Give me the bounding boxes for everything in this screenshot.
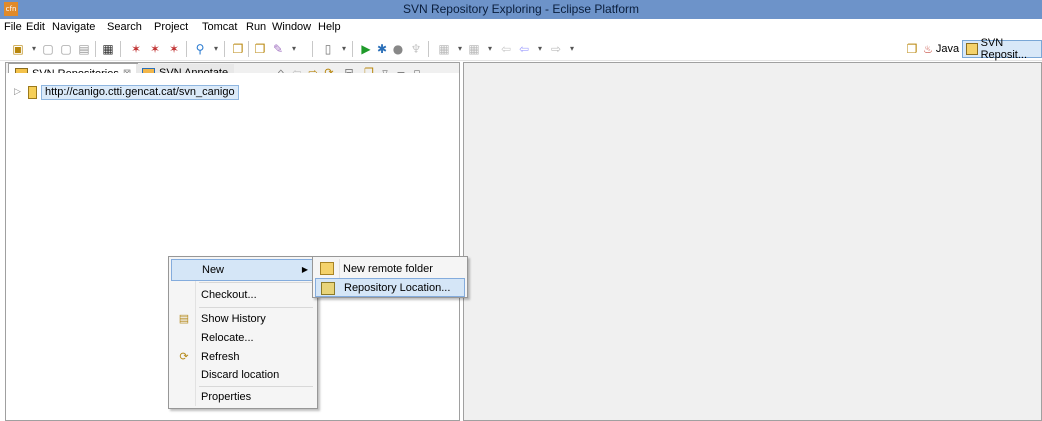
perspective-svn[interactable]: SVN Reposit... [962, 37, 1042, 61]
menu-project[interactable]: Project [154, 21, 188, 33]
menu-bar: File Edit Navigate Search Project Tomcat… [0, 19, 1042, 37]
external-tools-dropdown-icon[interactable]: ▾ [336, 41, 352, 57]
menu-tomcat[interactable]: Tomcat [202, 21, 237, 33]
window-title: SVN Repository Exploring - Eclipse Platf… [402, 2, 640, 16]
repository-location-icon [321, 282, 335, 295]
menu-item-new[interactable]: New ▶ [171, 259, 315, 281]
save-all-icon[interactable]: ▢ [58, 41, 74, 57]
context-menu: New ▶ Checkout... ▤ Show History Relocat… [168, 256, 318, 409]
open-perspective-icon[interactable]: ❐ [904, 41, 920, 57]
external-tools-icon[interactable]: ▯ [320, 41, 336, 57]
menu-item-repository-location[interactable]: Repository Location... [315, 278, 465, 297]
repository-url: http://canigo.ctti.gencat.cat/svn_canigo [41, 84, 239, 100]
history-icon: ▤ [178, 313, 190, 325]
menu-window[interactable]: Window [272, 21, 311, 33]
last-edit-icon[interactable]: ⇦ [498, 41, 514, 57]
next-annotation-icon[interactable]: ▦ [436, 41, 452, 57]
forward-dropdown-icon[interactable]: ▾ [564, 41, 580, 57]
forward-icon[interactable]: ⇨ [548, 41, 564, 57]
editor-area [463, 62, 1042, 421]
open-type-icon[interactable]: ❐ [252, 41, 268, 57]
tomcat-restart-icon[interactable]: ✶ [166, 41, 182, 57]
save-icon[interactable]: ▢ [40, 41, 56, 57]
folder-icon [320, 262, 334, 275]
back-dropdown-icon[interactable]: ▾ [532, 41, 548, 57]
menu-item-discard-location[interactable]: Discard location [171, 364, 315, 386]
menu-file[interactable]: File [4, 21, 22, 33]
main-toolbar: ▣ ▾ ▢ ▢ ▤ ▦ ✶ ✶ ✶ ⚲ ▾ ❐ ❐ ✎ ▾ ▯ ▾ ▶ ✱ ● … [0, 37, 1042, 61]
annotation-icon[interactable]: ✎ [270, 41, 286, 57]
refresh-icon: ⟳ [179, 351, 189, 363]
prev-annotation-icon[interactable]: ▦ [466, 41, 482, 57]
disabled-icon[interactable]: ♆ [408, 41, 424, 57]
new-submenu: New remote folder Repository Location... [312, 256, 468, 298]
new-icon[interactable]: ▣ [10, 41, 26, 57]
menu-item-properties[interactable]: Properties [171, 386, 315, 408]
debug-icon[interactable]: ✱ [374, 41, 390, 57]
tree-item-repository[interactable]: ▷ http://canigo.ctti.gencat.cat/svn_cani… [14, 84, 239, 100]
svn-perspective-icon [966, 43, 978, 55]
stop-icon[interactable]: ● [390, 41, 406, 57]
menu-run[interactable]: Run [246, 21, 266, 33]
repository-icon [28, 85, 37, 99]
title-bar: cfn SVN Repository Exploring - Eclipse P… [0, 0, 1042, 19]
annotation-dropdown-icon[interactable]: ▾ [286, 41, 302, 57]
back-icon[interactable]: ⇦ [516, 41, 532, 57]
menu-help[interactable]: Help [318, 21, 341, 33]
expand-arrow-icon[interactable]: ▷ [14, 87, 24, 97]
menu-item-new-remote-folder[interactable]: New remote folder [315, 259, 465, 278]
menu-navigate[interactable]: Navigate [52, 21, 95, 33]
prev-annotation-dropdown-icon[interactable]: ▾ [482, 41, 498, 57]
menu-search[interactable]: Search [107, 21, 142, 33]
tomcat-start-icon[interactable]: ✶ [128, 41, 144, 57]
search-icon[interactable]: ⚲ [192, 41, 208, 57]
menu-item-checkout[interactable]: Checkout... [171, 284, 315, 306]
binary-icon[interactable]: ▦ [100, 41, 116, 57]
search-dropdown-icon[interactable]: ▾ [208, 41, 224, 57]
submenu-arrow-icon: ▶ [301, 265, 308, 274]
tomcat-stop-icon[interactable]: ✶ [147, 41, 163, 57]
run-icon[interactable]: ▶ [358, 41, 374, 57]
menu-edit[interactable]: Edit [26, 21, 45, 33]
open-folder-icon[interactable]: ❐ [230, 41, 246, 57]
perspective-java[interactable]: ♨ Java [920, 40, 962, 58]
print-icon[interactable]: ▤ [76, 41, 92, 57]
java-perspective-icon: ♨ [923, 43, 933, 56]
